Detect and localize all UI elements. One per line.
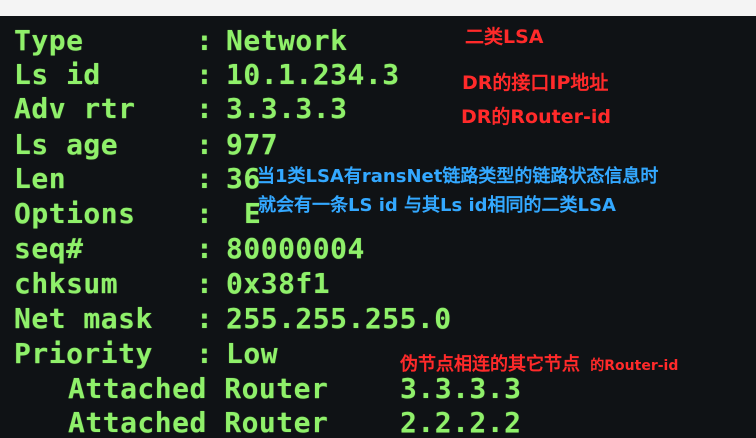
field-key-type: Type: [14, 24, 84, 57]
annotation-blue-line-2: 就会有一条LS id 与其Ls id相同的二类LSA: [258, 195, 616, 216]
field-separator: :: [196, 24, 214, 57]
field-separator: :: [196, 267, 214, 300]
field-separator: :: [196, 337, 214, 370]
field-value-chksum: 0x38f1: [226, 267, 331, 300]
field-value-len: 36: [226, 162, 261, 195]
field-separator: :: [196, 128, 214, 161]
field-separator: :: [196, 197, 214, 230]
field-key-ls-id: Ls id: [14, 58, 101, 91]
attached-router-label: Attached Router: [68, 372, 329, 405]
field-key-len: Len: [14, 162, 67, 195]
field-value-priority: Low: [226, 337, 279, 370]
annotation-advrtr-note: DR的Router-id: [461, 106, 611, 128]
annotation-attached-note-suffix: 的Router-id: [590, 358, 679, 374]
field-value-ls-age: 977: [226, 128, 279, 161]
attached-router-value: 2.2.2.2: [400, 406, 522, 438]
field-value-type: Network: [226, 24, 348, 57]
annotation-lsid-note: DR的接口IP地址: [462, 72, 609, 94]
field-separator: :: [196, 302, 214, 335]
field-key-priority: Priority: [14, 337, 153, 370]
annotation-type-note: 二类LSA: [465, 26, 544, 48]
field-value-ls-id: 10.1.234.3: [226, 58, 400, 91]
field-key-net-mask: Net mask: [14, 302, 153, 335]
field-key-adv-rtr: Adv rtr: [14, 92, 136, 125]
field-separator: :: [196, 232, 214, 265]
field-separator: :: [196, 58, 214, 91]
field-separator: :: [196, 162, 214, 195]
attached-router-label: Attached Router: [68, 406, 329, 438]
annotation-attached-note-main: 伪节点相连的其它节点: [400, 354, 580, 375]
field-key-options: Options: [14, 197, 136, 230]
field-value-adv-rtr: 3.3.3.3: [226, 92, 348, 125]
field-key-seq: seq#: [14, 232, 84, 265]
annotation-blue-line-1: 当1类LSA有ransNet链路类型的链路状态信息时: [257, 166, 659, 187]
field-value-net-mask: 255.255.255.0: [226, 302, 452, 335]
field-key-chksum: chksum: [14, 267, 119, 300]
attached-router-value: 3.3.3.3: [400, 372, 522, 405]
field-key-ls-age: Ls age: [14, 128, 119, 161]
field-separator: :: [196, 92, 214, 125]
field-value-seq: 80000004: [226, 232, 365, 265]
annotation-attached-note: 伪节点相连的其它节点 的Router-id: [400, 350, 678, 376]
terminal-window: Type : Network Ls id : 10.1.234.3 Adv rt…: [0, 0, 756, 438]
window-top-edge: [0, 0, 756, 16]
